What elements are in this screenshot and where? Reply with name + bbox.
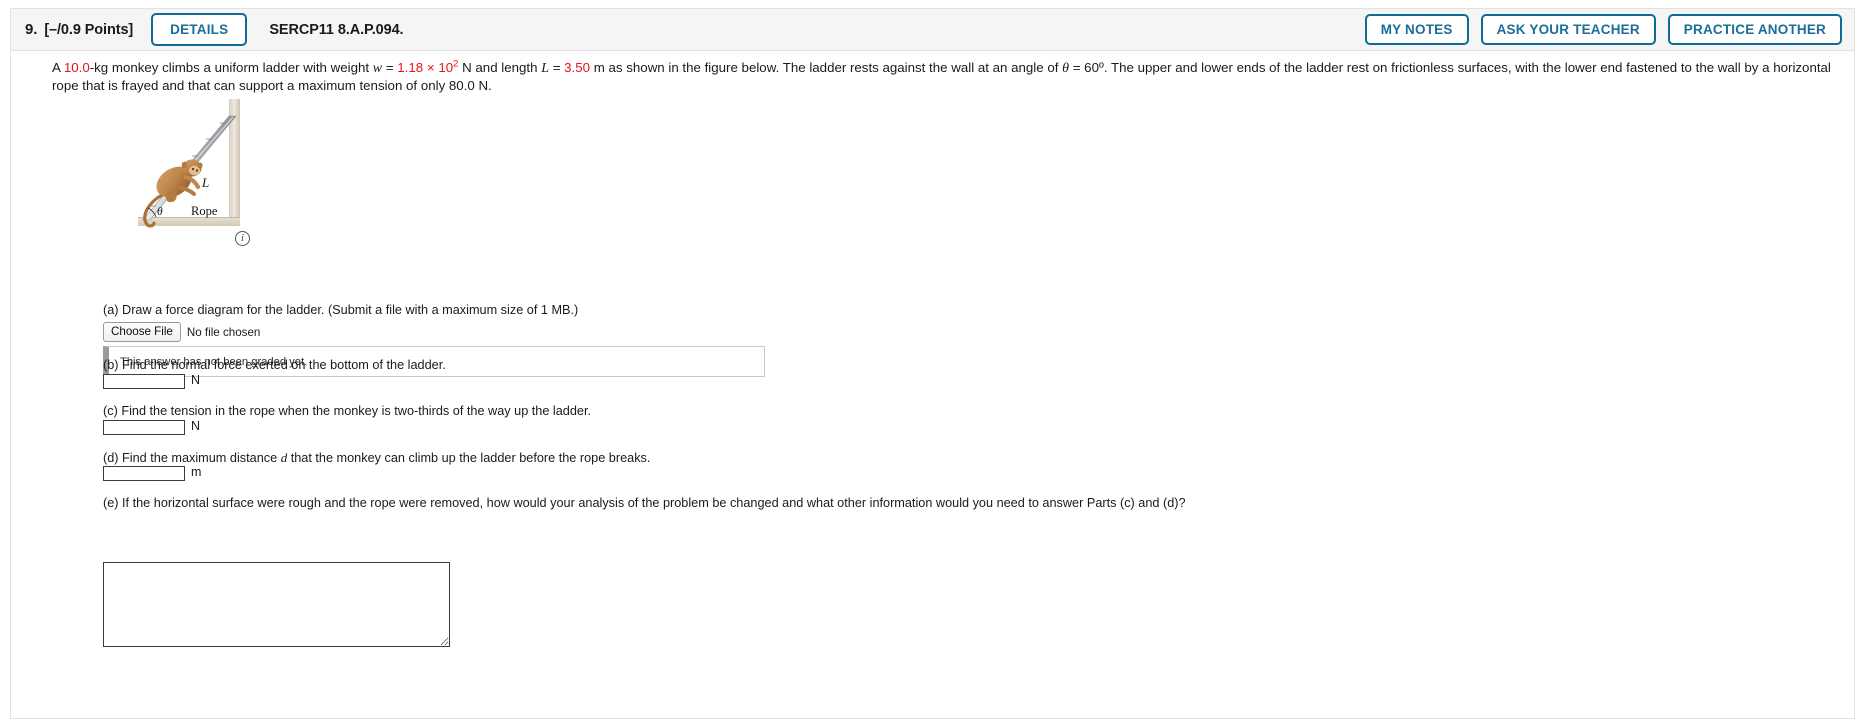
choose-file-button[interactable]: Choose File xyxy=(103,322,181,343)
question-body: A 10.0-kg monkey climbs a uniform ladder… xyxy=(10,51,1855,719)
problem-length-value: 3.50 xyxy=(564,60,591,75)
question-points: [–/0.9 Points] xyxy=(44,21,134,38)
theta-symbol: θ xyxy=(1062,61,1070,76)
question-number: 9. xyxy=(25,21,38,38)
question-code: SERCP11 8.A.P.094. xyxy=(269,21,404,38)
part-d-unit: m xyxy=(191,465,202,479)
header-actions: MY NOTES ASK YOUR TEACHER PRACTICE ANOTH… xyxy=(1364,14,1842,45)
problem-weight-mantissa: 1.18 xyxy=(397,60,427,75)
angle-label: θ xyxy=(157,206,163,218)
part-e-label: (e) If the horizontal surface were rough… xyxy=(103,496,1186,510)
part-b-answer-input[interactable] xyxy=(103,374,185,389)
question-header: 9. [–/0.9 Points] DETAILS SERCP11 8.A.P.… xyxy=(10,8,1855,51)
part-c-answer-input[interactable] xyxy=(103,420,185,435)
ask-your-teacher-button[interactable]: ASK YOUR TEACHER xyxy=(1480,14,1656,45)
ladder-length-label: L xyxy=(201,175,209,190)
problem-text-b: -kg monkey climbs a uniform ladder with … xyxy=(89,60,373,75)
details-button[interactable]: DETAILS xyxy=(151,13,248,46)
problem-text-c: N and length xyxy=(458,60,542,75)
practice-another-button[interactable]: PRACTICE ANOTHER xyxy=(1667,14,1842,45)
no-file-chosen-label: No file chosen xyxy=(186,325,261,339)
problem-text-d: m as shown in the figure below. The ladd… xyxy=(590,60,1063,75)
problem-angle-value: 60º xyxy=(1084,60,1104,75)
ladder-figure-svg: L θ Rope xyxy=(138,99,240,228)
info-icon[interactable]: i xyxy=(235,231,250,246)
problem-eq-2: = xyxy=(549,60,565,75)
problem-mass-value: 10.0 xyxy=(63,60,90,75)
part-b-unit: N xyxy=(191,373,201,387)
part-d-label-pre: (d) Find the maximum distance xyxy=(103,451,281,465)
file-upload-row: Choose File No file chosen xyxy=(103,322,261,343)
problem-text-a: A xyxy=(52,60,64,75)
part-b-label: (b) Find the normal force exerted on the… xyxy=(103,358,446,372)
part-d-answer-input[interactable] xyxy=(103,466,185,481)
problem-statement: A 10.0-kg monkey climbs a uniform ladder… xyxy=(52,59,1834,94)
problem-eq-3: = xyxy=(1069,60,1085,75)
part-a-label: (a) Draw a force diagram for the ladder.… xyxy=(103,303,579,317)
part-d-label-post: that the monkey can climb up the ladder … xyxy=(287,451,651,465)
length-symbol: L xyxy=(541,61,549,76)
problem-eq-1: = xyxy=(382,60,398,75)
ladder-figure: L θ Rope xyxy=(116,99,248,237)
part-e-answer-textarea[interactable] xyxy=(103,562,450,647)
part-c-label: (c) Find the tension in the rope when th… xyxy=(103,404,592,418)
weight-symbol: w xyxy=(372,61,383,76)
part-c-unit: N xyxy=(191,419,201,433)
my-notes-button[interactable]: MY NOTES xyxy=(1364,14,1469,45)
problem-weight-power: × 10 xyxy=(426,60,454,75)
rope-label: Rope xyxy=(191,204,218,218)
part-d-label: (d) Find the maximum distance d that the… xyxy=(103,450,650,466)
